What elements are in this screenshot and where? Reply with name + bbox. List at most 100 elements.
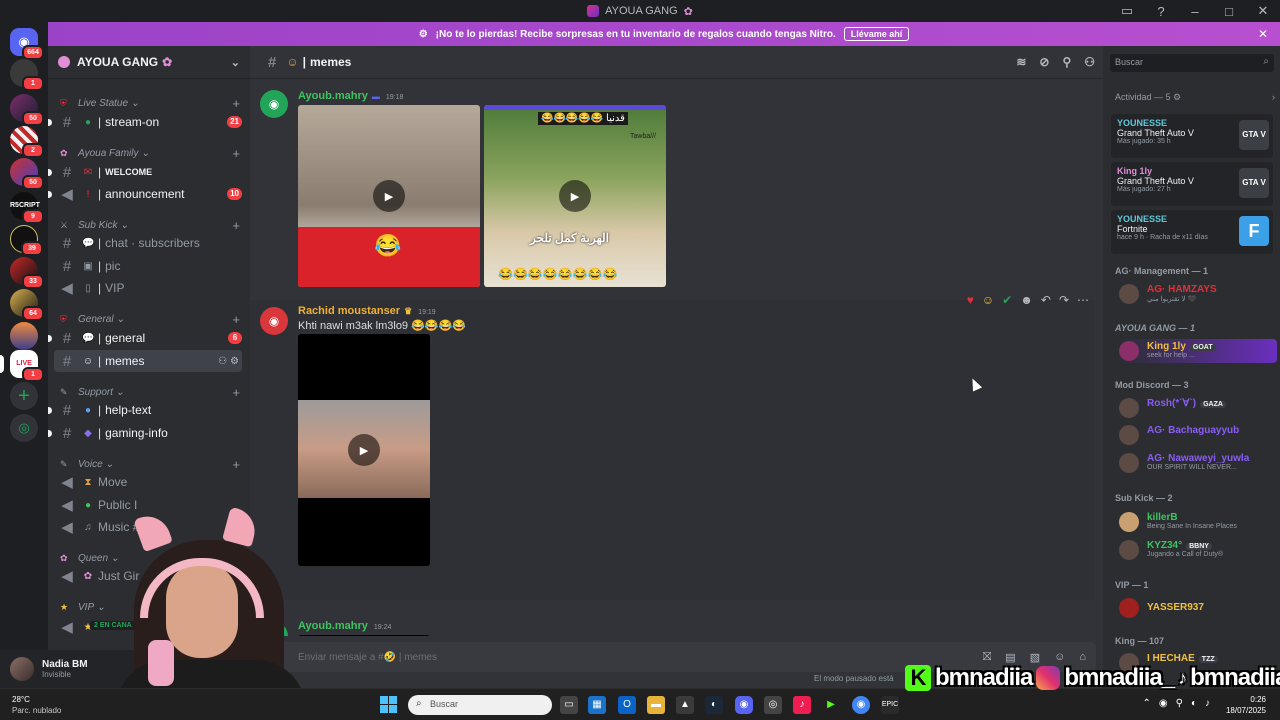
server-icon[interactable]: 33 <box>10 257 44 289</box>
member-item[interactable]: AG· HAMZAYS لا تقتربوا مني 🖤 <box>1119 282 1277 306</box>
gear-icon[interactable]: ⚙ <box>1171 92 1181 103</box>
server-icon[interactable]: 50 <box>10 158 44 190</box>
add-channel-icon[interactable]: + <box>232 96 240 111</box>
activity-header[interactable]: Actividad — 5 ⚙ › <box>1115 92 1275 103</box>
video-attachment[interactable]: ▶ <box>298 334 430 566</box>
activity-card[interactable]: King 1ly Grand Theft Auto V Más jugado: … <box>1111 162 1273 206</box>
server-icon[interactable] <box>10 322 38 350</box>
channel-memes[interactable]: # ☺ | memes ⚇⚙ <box>54 350 242 372</box>
heart-reaction-icon[interactable]: ♥ <box>967 293 974 307</box>
server-icon[interactable]: 1 <box>10 59 44 91</box>
epic-games-icon[interactable]: EPIC <box>881 696 899 714</box>
add-reaction-icon[interactable]: ☻ <box>1020 293 1033 307</box>
taskbar-search[interactable]: ⌕ Buscar <box>408 695 552 715</box>
channel-pic[interactable]: # ▣ | pic <box>54 255 242 277</box>
avatar[interactable] <box>10 657 34 681</box>
channel-vip[interactable]: ◀ ▯ | VIP <box>54 277 242 299</box>
server-icon[interactable]: 39 <box>10 225 43 256</box>
tiktok-icon[interactable]: ♪ <box>793 696 811 714</box>
start-icon[interactable] <box>380 696 397 713</box>
message-author[interactable]: Ayoub.mahry <box>298 90 368 102</box>
member-item[interactable]: KYZ34° BBNY Jugando a Call of Duty® <box>1119 538 1277 562</box>
category-general[interactable]: ⛨ General ⌄ + <box>60 312 240 327</box>
category-voice[interactable]: ✎ Voice ⌄ + <box>60 457 240 472</box>
add-server-button[interactable]: + <box>10 382 38 410</box>
member-item[interactable]: King 1ly GOAT seek for help ... <box>1119 339 1277 363</box>
play-app-icon[interactable]: ▶ <box>822 696 840 714</box>
message-author[interactable]: Rachid moustanser <box>298 305 400 317</box>
server-icon[interactable]: R5CRIPT 9 <box>10 192 44 224</box>
member-item[interactable]: AG· Nawaweyi_yuwla OUR SPIRIT WILL NEVER… <box>1119 451 1277 475</box>
steam-icon[interactable]: ◐ <box>705 696 723 714</box>
server-header[interactable]: AYOUA GANG ✿ ⌄ <box>48 46 250 79</box>
laugh-reaction-icon[interactable]: ☺ <box>982 293 994 307</box>
task-view-icon[interactable]: ▭ <box>560 696 578 714</box>
channel-welcome[interactable]: # ✉ | WELCOME <box>48 161 242 183</box>
home-button[interactable]: ◉ 664 <box>10 28 44 60</box>
gear-icon[interactable]: ⚙ <box>230 356 242 367</box>
category-live[interactable]: ⛨ Live Statue ⌄ + <box>60 96 240 111</box>
chrome-icon[interactable]: ◉ <box>852 696 870 714</box>
clock[interactable]: 0:26 18/07/2025 <box>1226 694 1266 716</box>
channel-stream-on[interactable]: # ● | stream-on 21 <box>48 111 242 133</box>
avatar[interactable]: ◉ <box>260 90 288 118</box>
server-icon-active[interactable]: LIVE 1 <box>10 350 44 382</box>
store-icon[interactable]: ▦ <box>588 696 606 714</box>
member-item[interactable]: AG· Bachaguayyub <box>1119 423 1277 447</box>
invite-icon[interactable]: ⚇ <box>218 356 230 367</box>
chevron-right-icon[interactable]: › <box>1272 92 1275 103</box>
outlook-icon[interactable]: O <box>618 696 636 714</box>
photos-icon[interactable]: ▲ <box>676 696 694 714</box>
add-channel-icon[interactable]: + <box>232 146 240 161</box>
member-item[interactable]: Rosh(*´∀`) GAZA <box>1119 396 1277 420</box>
play-icon[interactable]: ▶ <box>348 434 380 466</box>
search-input[interactable]: Buscar ⌕ <box>1110 54 1274 72</box>
forward-icon[interactable]: ↷ <box>1059 293 1069 307</box>
server-icon[interactable]: 64 <box>10 289 44 321</box>
add-channel-icon[interactable]: + <box>232 312 240 327</box>
weather-widget[interactable]: 28°C Parc. nublado <box>12 694 61 716</box>
mute-bell-icon[interactable]: ⊘ <box>1039 55 1049 69</box>
channel-general[interactable]: # 💬 | general 6 <box>48 327 242 349</box>
channel-move[interactable]: ◀ ⧗ Move <box>54 471 242 493</box>
member-item[interactable]: killerB Being Sane In Insane Places <box>1119 510 1277 534</box>
banner-cta-button[interactable]: Llévame ahí <box>843 27 910 41</box>
add-channel-icon[interactable]: + <box>232 385 240 400</box>
video-attachment[interactable] <box>298 635 430 636</box>
play-icon[interactable]: ▶ <box>373 180 405 212</box>
threads-icon[interactable]: ≋ <box>1016 55 1026 69</box>
channel-gaming-info[interactable]: # ◆ | gaming-info <box>48 422 242 444</box>
banner-close-icon[interactable]: ✕ <box>1258 27 1268 41</box>
add-channel-icon[interactable]: + <box>232 457 240 472</box>
category-family[interactable]: ✿ Ayoua Family ⌄ + <box>60 146 240 161</box>
play-icon[interactable]: ▶ <box>559 180 591 212</box>
reply-icon[interactable]: ↶ <box>1041 293 1051 307</box>
channel-announcement[interactable]: ◀! | announcement 10 <box>48 183 242 205</box>
folder-icon[interactable]: ▬ <box>647 696 665 714</box>
video-attachment[interactable]: 😂 ▶ <box>298 105 480 287</box>
category-subkick[interactable]: ⚔ Sub Kick ⌄ + <box>60 218 240 233</box>
members-icon[interactable]: ⚇ <box>1084 55 1095 69</box>
channel-chat-subscribers[interactable]: # 💬 | chat · subscribers <box>54 232 242 254</box>
close-icon[interactable]: ✕ <box>1256 3 1270 19</box>
category-support[interactable]: ✎ Support ⌄ + <box>60 385 240 400</box>
inbox-icon[interactable]: ▭ <box>1120 3 1134 19</box>
discord-taskbar-icon[interactable]: ◉ <box>735 696 753 714</box>
member-item[interactable]: YASSER937 <box>1119 596 1277 620</box>
system-tray[interactable]: ⌃◉⚲◐♪ <box>1143 698 1218 709</box>
video-attachment[interactable]: 😂😂😂😂😂 قدنيا Tawba/// الهربة كمل تلحر 😂😂😂… <box>484 105 666 287</box>
more-icon[interactable]: ⋯ <box>1077 293 1089 307</box>
check-reaction-icon[interactable]: ✔ <box>1002 293 1012 307</box>
add-channel-icon[interactable]: + <box>232 218 240 233</box>
activity-card[interactable]: YOUNESSE Grand Theft Auto V Más jugado: … <box>1111 114 1273 158</box>
discover-icon[interactable]: ◎ <box>10 414 38 442</box>
obs-icon[interactable]: ◎ <box>764 696 782 714</box>
help-icon[interactable]: ? <box>1154 4 1168 19</box>
minimize-icon[interactable]: – <box>1188 4 1202 19</box>
channel-help-text[interactable]: # ● | help-text <box>48 399 242 421</box>
maximize-icon[interactable]: □ <box>1222 4 1236 19</box>
pin-icon[interactable]: ⚲ <box>1062 55 1071 69</box>
activity-card[interactable]: YOUNESSE Fortnite hace 9 h · Racha de x1… <box>1111 210 1273 254</box>
server-icon[interactable]: 50 <box>10 94 44 126</box>
server-icon[interactable]: 2 <box>10 126 44 158</box>
